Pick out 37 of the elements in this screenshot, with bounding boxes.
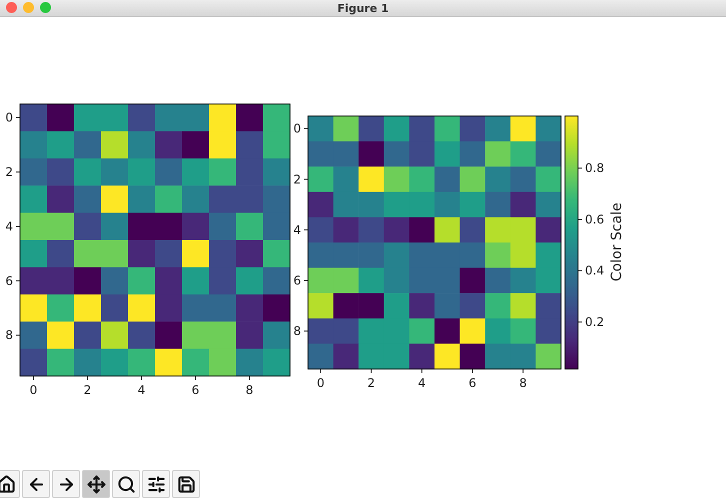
x-tick-label: 0 [30,383,38,397]
y-tick-label: 0 [5,110,13,125]
x-tick-label: 8 [519,376,527,390]
colorbar-tick-label: 0.4 [585,264,604,278]
forward-button[interactable] [52,470,80,498]
home-button[interactable] [0,470,20,498]
save-button[interactable] [172,470,200,498]
x-tick-label: 8 [246,383,254,397]
move-icon [86,474,106,494]
configure-button[interactable] [142,470,170,498]
sliders-icon [146,474,166,494]
y-tick-label: 2 [5,165,13,179]
y-tick-label: 8 [5,328,13,342]
x-tick-label: 6 [192,383,200,397]
x-tick-label: 6 [468,376,476,390]
home-icon [0,474,16,494]
x-tick-label: 0 [316,376,324,390]
y-tick-label: 2 [293,172,301,186]
y-tick-label: 0 [293,122,301,136]
pan-button[interactable] [82,470,110,498]
y-tick-label: 8 [293,324,301,338]
y-tick-label: 6 [5,274,13,288]
colorbar-label: Color Scale [609,202,625,282]
colorbar-tick-label: 0.6 [585,212,604,226]
x-tick-label: 2 [367,376,376,390]
back-button[interactable] [22,470,50,498]
zoom-button[interactable] [112,470,140,498]
x-tick-label: 2 [84,383,92,397]
y-tick-label: 4 [293,222,301,237]
x-tick-label: 4 [138,383,146,397]
x-tick-label: 4 [418,376,426,390]
search-icon [116,474,136,494]
window-title: Figure 1 [337,2,389,14]
colorbar-tick-label: 0.2 [585,315,604,329]
colorbar-tick-label: 0.8 [585,161,604,176]
y-tick-label: 4 [5,219,13,234]
y-tick-label: 6 [293,273,301,288]
